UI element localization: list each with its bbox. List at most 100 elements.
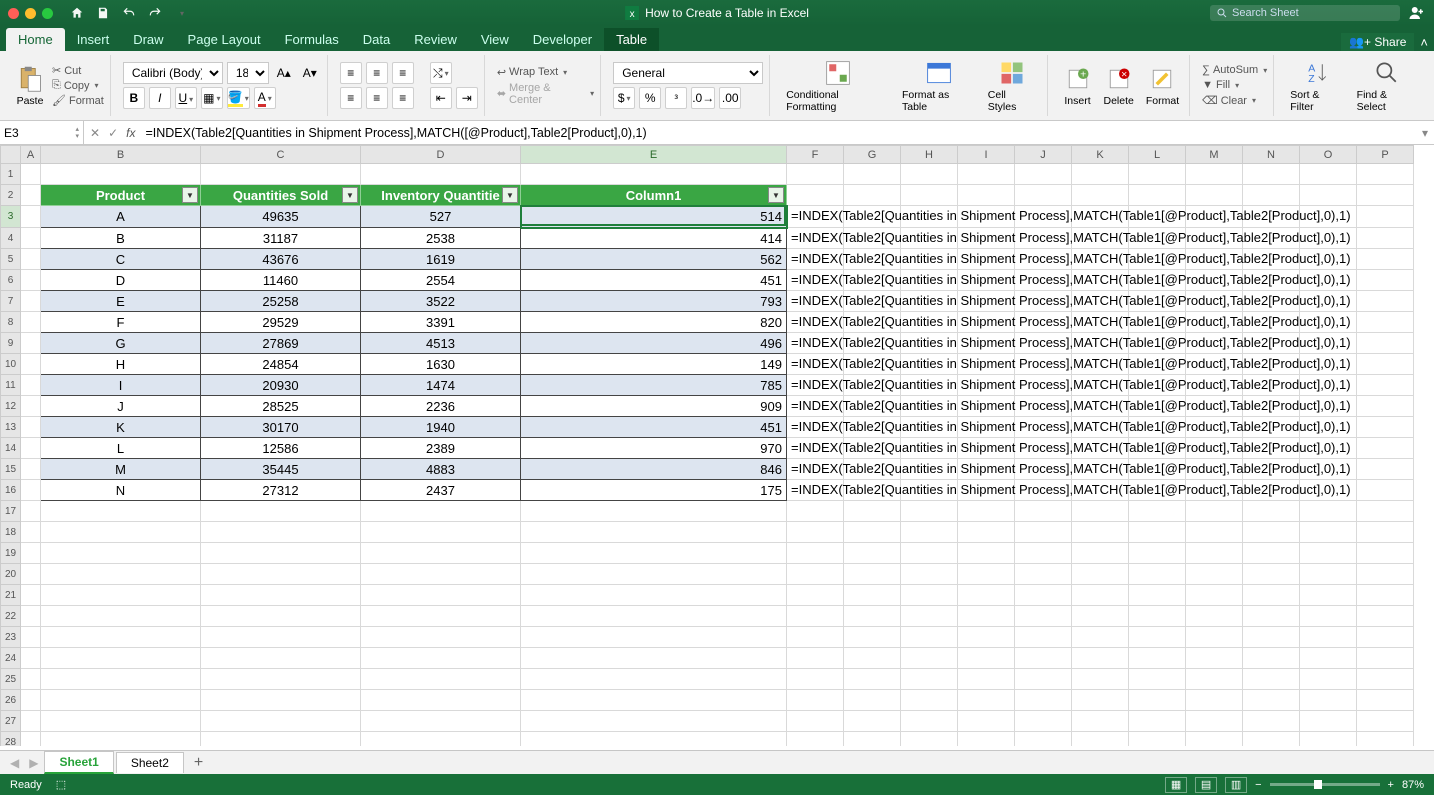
row-header-12[interactable]: 12 [1,396,21,417]
cell-E11[interactable]: 785 [521,375,787,396]
cell-P28[interactable] [1357,732,1414,747]
cell-E18[interactable] [521,522,787,543]
cell-L26[interactable] [1129,690,1186,711]
tab-data[interactable]: Data [351,28,402,51]
cell-M17[interactable] [1186,501,1243,522]
cell-C20[interactable] [201,564,361,585]
cell-D22[interactable] [361,606,521,627]
cell-I20[interactable] [958,564,1015,585]
cell-O23[interactable] [1300,627,1357,648]
cell-E25[interactable] [521,669,787,690]
cell-A7[interactable] [21,291,41,312]
cell-A28[interactable] [21,732,41,747]
cell-A14[interactable] [21,438,41,459]
cell-P8[interactable] [1357,312,1414,333]
col-header-I[interactable]: I [958,146,1015,164]
cell-I28[interactable] [958,732,1015,747]
cell-D15[interactable]: 4883 [361,459,521,480]
cell-E10[interactable]: 149 [521,354,787,375]
cell-P19[interactable] [1357,543,1414,564]
undo-icon[interactable] [121,5,137,21]
cell-N27[interactable] [1243,711,1300,732]
cell-M28[interactable] [1186,732,1243,747]
cell-D11[interactable]: 1474 [361,375,521,396]
row-header-27[interactable]: 27 [1,711,21,732]
cell-D25[interactable] [361,669,521,690]
cell-B12[interactable]: J [41,396,201,417]
row-header-3[interactable]: 3 [1,206,21,228]
col-header-G[interactable]: G [844,146,901,164]
format-painter-button[interactable]: 🖌 Format [52,94,104,107]
cell-D6[interactable]: 2554 [361,270,521,291]
filter-icon[interactable]: ▼ [342,187,358,203]
cell-B3[interactable]: A [41,206,201,228]
cell-O22[interactable] [1300,606,1357,627]
cell-K25[interactable] [1072,669,1129,690]
cell-J17[interactable] [1015,501,1072,522]
decrease-indent-icon[interactable]: ⇤ [430,87,452,109]
cell-E13[interactable]: 451 [521,417,787,438]
cell-A10[interactable] [21,354,41,375]
cell-J1[interactable] [1015,164,1072,185]
cell-B21[interactable] [41,585,201,606]
cell-B24[interactable] [41,648,201,669]
cell-C12[interactable]: 28525 [201,396,361,417]
align-top-icon[interactable]: ≡ [340,62,362,84]
enter-formula-icon[interactable]: ✓ [108,126,118,140]
cell-H22[interactable] [901,606,958,627]
cell-C7[interactable]: 25258 [201,291,361,312]
cell-C8[interactable]: 29529 [201,312,361,333]
row-header-19[interactable]: 19 [1,543,21,564]
add-sheet-button[interactable]: + [186,752,211,774]
cell-A5[interactable] [21,249,41,270]
tab-developer[interactable]: Developer [521,28,604,51]
cell-F14[interactable]: =INDEX(Table2[Quantities in Shipment Pro… [787,438,844,459]
cell-B22[interactable] [41,606,201,627]
cell-N1[interactable] [1243,164,1300,185]
cell-O18[interactable] [1300,522,1357,543]
cell-A12[interactable] [21,396,41,417]
col-header-C[interactable]: C [201,146,361,164]
spreadsheet-grid[interactable]: ABCDEFGHIJKLMNOP12Product▼Quantities Sol… [0,145,1434,746]
comma-button[interactable]: ᵌ [665,87,687,109]
cell-O2[interactable] [1300,185,1357,206]
cell-D21[interactable] [361,585,521,606]
cell-D24[interactable] [361,648,521,669]
insert-button[interactable]: +Insert [1060,65,1096,107]
cell-E27[interactable] [521,711,787,732]
cell-A2[interactable] [21,185,41,206]
row-header-2[interactable]: 2 [1,185,21,206]
cell-C26[interactable] [201,690,361,711]
cell-E20[interactable] [521,564,787,585]
cell-D3[interactable]: 527 [361,206,521,228]
cell-L2[interactable] [1129,185,1186,206]
cell-C13[interactable]: 30170 [201,417,361,438]
row-header-7[interactable]: 7 [1,291,21,312]
tab-review[interactable]: Review [402,28,469,51]
conditional-formatting-button[interactable]: Conditional Formatting [782,59,894,113]
cell-E1[interactable] [521,164,787,185]
cell-P13[interactable] [1357,417,1414,438]
cell-J27[interactable] [1015,711,1072,732]
row-header-20[interactable]: 20 [1,564,21,585]
cell-A4[interactable] [21,228,41,249]
copy-button[interactable]: ⎘ Copy [52,79,104,92]
zoom-slider[interactable] [1270,783,1380,786]
font-size-select[interactable]: 18 [227,62,269,84]
row-header-23[interactable]: 23 [1,627,21,648]
row-header-5[interactable]: 5 [1,249,21,270]
cell-B18[interactable] [41,522,201,543]
maximize-icon[interactable] [42,8,53,19]
cell-H25[interactable] [901,669,958,690]
cell-N20[interactable] [1243,564,1300,585]
cell-A23[interactable] [21,627,41,648]
cell-H1[interactable] [901,164,958,185]
cell-D20[interactable] [361,564,521,585]
cell-E8[interactable]: 820 [521,312,787,333]
font-name-select[interactable]: Calibri (Body) [123,62,223,84]
cell-I27[interactable] [958,711,1015,732]
tab-view[interactable]: View [469,28,521,51]
cell-D17[interactable] [361,501,521,522]
cell-D1[interactable] [361,164,521,185]
cell-B4[interactable]: B [41,228,201,249]
